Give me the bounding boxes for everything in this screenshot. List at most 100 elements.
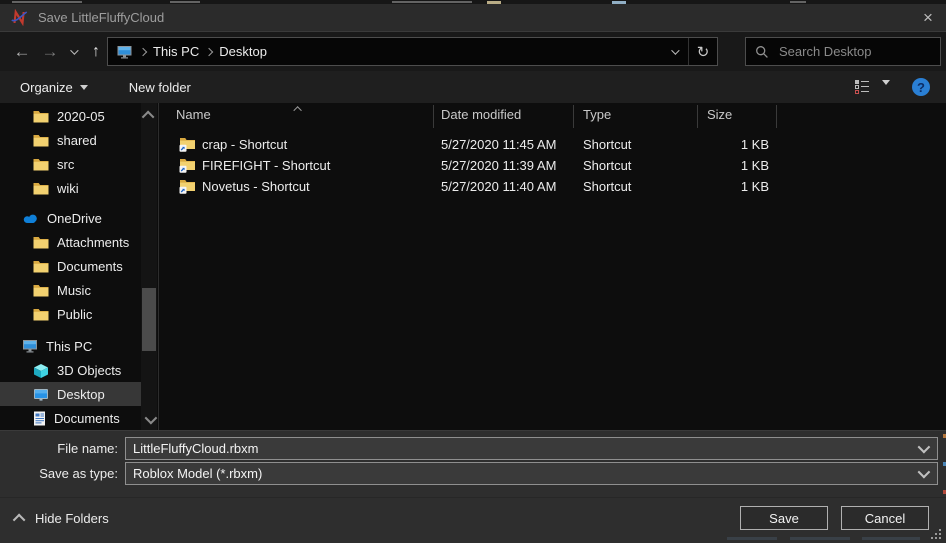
chevron-down-icon[interactable] — [918, 441, 931, 454]
file-row-firefight-shortcut[interactable]: FIREFIGHT - Shortcut 5/27/2020 11:39 AM … — [159, 156, 946, 177]
sidebar-item-3d-objects[interactable]: 3D Objects — [0, 358, 141, 382]
column-header-size[interactable]: Size — [707, 107, 732, 122]
back-button[interactable]: ← — [10, 32, 34, 71]
sidebar-item-music[interactable]: Music — [0, 278, 141, 302]
onedrive-cloud-icon — [22, 213, 39, 224]
organize-label: Organize — [20, 80, 73, 95]
save-as-type-select[interactable]: Roblox Model (*.rbxm) — [125, 462, 938, 485]
sidebar-item-public[interactable]: Public — [0, 302, 141, 326]
address-bar[interactable]: This PC Desktop ↻ — [107, 37, 718, 66]
column-divider[interactable] — [573, 105, 574, 128]
folder-icon — [33, 134, 49, 147]
folder-icon — [33, 110, 49, 123]
file-list: Name Date modified Type Size crap - Shor… — [159, 103, 946, 430]
organize-button[interactable]: Organize — [20, 80, 88, 95]
sidebar-item-wiki[interactable]: wiki — [0, 176, 141, 200]
sidebar-item-2020-05[interactable]: 2020-05 — [0, 104, 141, 128]
column-divider[interactable] — [697, 105, 698, 128]
search-input[interactable]: Search Desktop — [745, 37, 941, 66]
scroll-down-icon[interactable] — [145, 412, 158, 425]
sidebar-item-shared[interactable]: shared — [0, 128, 141, 152]
file-name: FIREFIGHT - Shortcut — [202, 158, 330, 173]
file-name: Novetus - Shortcut — [202, 179, 310, 194]
chevron-down-icon[interactable] — [918, 466, 931, 479]
column-header-name[interactable]: Name — [176, 107, 211, 122]
sidebar-item-src[interactable]: src — [0, 152, 141, 176]
file-row-novetus-shortcut[interactable]: Novetus - Shortcut 5/27/2020 11:40 AM Sh… — [159, 177, 946, 198]
column-divider[interactable] — [776, 105, 777, 128]
scroll-up-icon[interactable] — [142, 111, 155, 124]
background-artifact — [727, 537, 777, 540]
background-artifact — [790, 537, 850, 540]
column-header-type[interactable]: Type — [583, 107, 611, 122]
dialog-footer: Hide Folders Save Cancel — [0, 497, 946, 543]
resize-grip[interactable] — [931, 529, 943, 541]
help-icon[interactable]: ? — [912, 78, 930, 96]
cancel-button[interactable]: Cancel — [841, 506, 929, 530]
file-name-value: LittleFluffyCloud.rbxm — [133, 441, 258, 456]
folder-shortcut-icon — [179, 179, 196, 194]
sort-ascending-icon — [293, 106, 301, 114]
column-header-date-modified[interactable]: Date modified — [441, 107, 521, 122]
file-name: crap - Shortcut — [202, 137, 287, 152]
sidebar-item-attachments[interactable]: Attachments — [0, 230, 141, 254]
3d-objects-cube-icon — [33, 363, 49, 378]
chevron-up-icon — [13, 514, 26, 527]
breadcrumb-this-pc[interactable]: This PC — [153, 44, 199, 59]
background-artifact — [392, 1, 472, 3]
this-pc-icon — [116, 45, 133, 59]
breadcrumb-chevron-icon — [205, 47, 213, 55]
details-view-button[interactable] — [855, 80, 870, 94]
search-icon — [755, 45, 769, 59]
up-button[interactable]: ↑ — [84, 32, 108, 71]
folder-icon — [33, 158, 49, 171]
sidebar-scrollbar[interactable] — [141, 103, 157, 430]
this-pc-monitor-icon — [22, 339, 38, 353]
folder-shortcut-icon — [179, 137, 196, 152]
navigation-pane: 2020-05 shared src wiki OneDrive — [0, 104, 141, 430]
address-dropdown-button[interactable] — [660, 38, 688, 65]
sidebar-item-documents[interactable]: Documents — [0, 254, 141, 278]
file-date: 5/27/2020 11:39 AM — [441, 158, 556, 173]
chevron-down-icon — [80, 85, 88, 90]
scrollbar-thumb[interactable] — [142, 288, 156, 351]
file-size: 1 KB — [679, 158, 769, 173]
desktop-monitor-icon — [33, 388, 49, 401]
novetus-app-icon — [11, 9, 29, 26]
close-icon[interactable]: × — [910, 4, 946, 31]
new-folder-button[interactable]: New folder — [129, 80, 191, 95]
file-type: Shortcut — [583, 137, 631, 152]
search-placeholder: Search Desktop — [779, 44, 872, 59]
file-name-label: File name: — [0, 437, 118, 459]
filename-panel: File name: LittleFluffyCloud.rbxm Save a… — [0, 430, 946, 497]
chevron-down-icon — [671, 46, 679, 54]
file-size: 1 KB — [679, 179, 769, 194]
window-title: Save LittleFluffyCloud — [38, 10, 164, 25]
forward-button[interactable]: → — [38, 32, 62, 71]
folder-icon — [33, 284, 49, 297]
folder-shortcut-icon — [179, 158, 196, 173]
chevron-down-icon — [70, 46, 78, 54]
view-options-dropdown[interactable] — [882, 85, 890, 100]
sidebar-item-desktop[interactable]: Desktop — [0, 382, 141, 406]
save-as-type-label: Save as type: — [0, 462, 118, 484]
file-row-crap-shortcut[interactable]: crap - Shortcut 5/27/2020 11:45 AM Short… — [159, 135, 946, 156]
main-area: 2020-05 shared src wiki OneDrive — [0, 103, 946, 430]
sidebar-item-documents-2[interactable]: Documents — [0, 406, 141, 430]
breadcrumb-desktop[interactable]: Desktop — [219, 44, 267, 59]
titlebar: Save LittleFluffyCloud × — [0, 4, 946, 31]
folder-icon — [33, 308, 49, 321]
refresh-button[interactable]: ↻ — [689, 38, 717, 65]
navigation-bar: ← → ↑ This PC Desktop — [0, 31, 946, 71]
chevron-down-icon — [882, 80, 890, 100]
new-folder-label: New folder — [129, 80, 191, 95]
save-button[interactable]: Save — [740, 506, 828, 530]
column-divider[interactable] — [433, 105, 434, 128]
recent-locations-button[interactable] — [64, 32, 82, 71]
file-date: 5/27/2020 11:45 AM — [441, 137, 556, 152]
file-type: Shortcut — [583, 158, 631, 173]
sidebar-item-this-pc[interactable]: This PC — [0, 334, 141, 358]
sidebar-item-onedrive[interactable]: OneDrive — [0, 206, 141, 230]
file-name-input[interactable]: LittleFluffyCloud.rbxm — [125, 437, 938, 460]
hide-folders-button[interactable]: Hide Folders — [16, 511, 109, 526]
